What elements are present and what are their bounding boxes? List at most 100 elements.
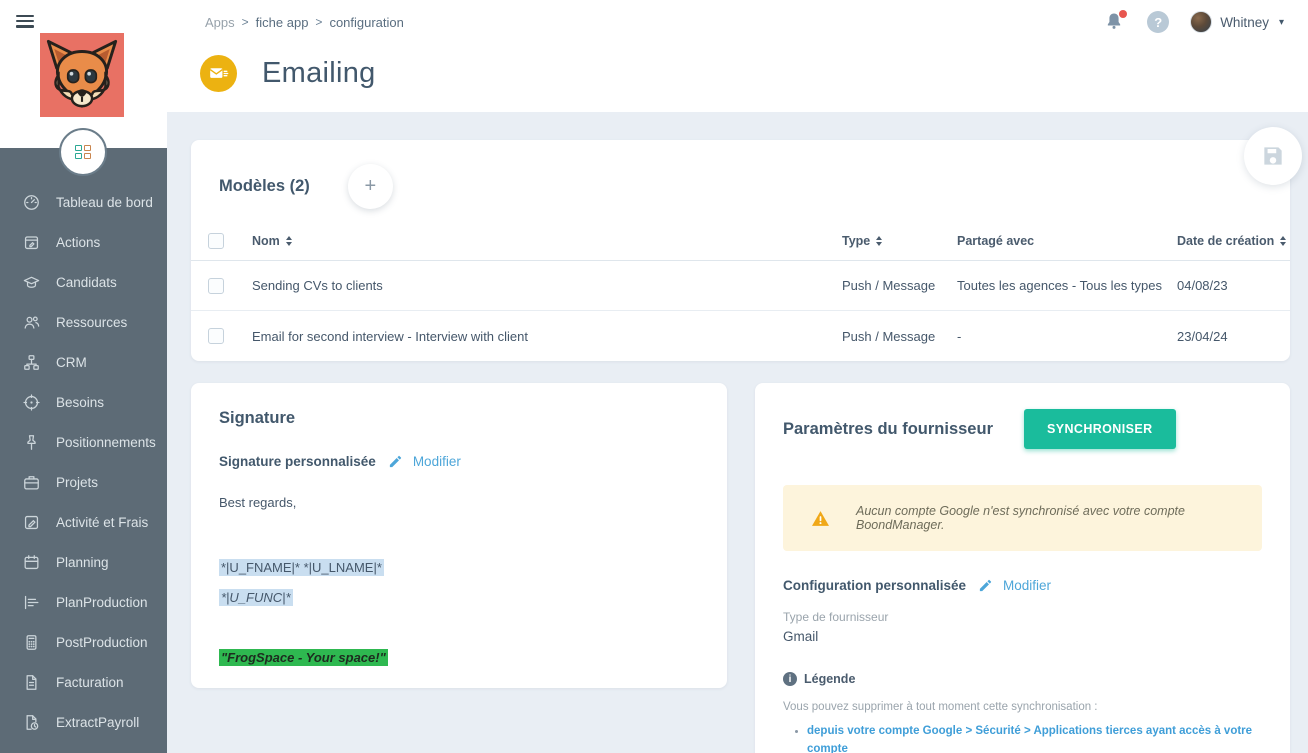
sidebar-item[interactable]: CRM	[0, 342, 167, 382]
column-header[interactable]: Type	[842, 234, 957, 248]
sort-icon[interactable]	[286, 236, 292, 246]
page-title: Emailing	[262, 56, 376, 89]
table-row[interactable]: Email for second interview - Interview w…	[191, 311, 1290, 361]
signature-line: *|U_FNAME|* *|U_LNAME|*	[219, 559, 384, 576]
sort-icon[interactable]	[876, 236, 882, 246]
avatar	[1190, 11, 1213, 33]
legend-header: i Légende	[783, 672, 1262, 686]
sidebar-item-label: Activité et Frais	[56, 514, 149, 530]
sidebar-item[interactable]: Tableau de bord	[0, 182, 167, 222]
sidebar-item-label: Tableau de bord	[56, 194, 153, 210]
notifications-bell-icon[interactable]	[1104, 10, 1128, 33]
sidebar-item[interactable]: Planning	[0, 542, 167, 582]
models-card-title: Modèles (2)	[219, 177, 310, 195]
breadcrumb-label[interactable]: fiche app	[256, 15, 309, 30]
fox-logo	[40, 33, 124, 117]
billing-icon	[22, 673, 41, 692]
needs-icon	[22, 393, 41, 412]
sidebar-item[interactable]: PostProduction	[0, 622, 167, 662]
sidebar-item-label: Facturation	[56, 674, 124, 690]
breadcrumb-label[interactable]: Apps	[205, 15, 235, 30]
select-all-checkbox[interactable]	[208, 232, 224, 249]
sidebar-item-label: ExtractPayroll	[56, 714, 140, 730]
bottom-row: Signature Signature personnalisée Modifi…	[191, 383, 1290, 753]
actions-icon	[22, 233, 41, 252]
sidebar-item[interactable]: Candidats	[0, 262, 167, 302]
breadcrumb-item[interactable]: Apps	[191, 15, 235, 30]
resources-icon	[22, 313, 41, 332]
column-header[interactable]: Date de création	[1177, 234, 1290, 248]
model-shared-cell: Toutes les agences - Tous les types	[957, 278, 1162, 293]
sidebar-item-label: Candidats	[56, 274, 117, 290]
sidebar-item-label: Ressources	[56, 314, 128, 330]
signature-modify-link[interactable]: Modifier	[413, 454, 461, 469]
emailing-app-icon	[200, 54, 237, 92]
sidebar-item-label: CRM	[56, 354, 87, 370]
sidebar-item[interactable]: Facturation	[0, 662, 167, 702]
notification-badge	[1119, 10, 1128, 18]
pencil-icon	[388, 454, 403, 469]
sidebar-item[interactable]: Activité et Frais	[0, 502, 167, 542]
signature-line: "FrogSpace - Your space!"	[219, 649, 388, 666]
legend-list: depuis votre compte Google > Sécurité > …	[783, 723, 1262, 753]
sidebar-item-label: Planning	[56, 554, 109, 570]
hamburger-menu-icon[interactable]	[8, 8, 42, 34]
sidebar-item[interactable]: Positionnements	[0, 422, 167, 462]
config-modify-link[interactable]: Modifier	[1003, 578, 1051, 593]
sidebar-item[interactable]: Projets	[0, 462, 167, 502]
provider-type-value: Gmail	[783, 629, 819, 644]
sidebar-item[interactable]: ExtractPayroll	[0, 702, 167, 742]
sidebar-item[interactable]: Ressources	[0, 302, 167, 342]
table-row[interactable]: Sending CVs to clients Push / Message To…	[191, 261, 1290, 311]
model-shared-cell: -	[957, 328, 962, 344]
breadcrumb-item[interactable]: > configuration	[308, 15, 403, 30]
row-checkbox[interactable]	[208, 328, 224, 344]
signature-line: *|U_FUNC|*	[219, 589, 293, 606]
main-area: Apps > fiche app > configuration ? Whitn…	[167, 0, 1308, 753]
synchronize-button[interactable]: SYNCHRONISER	[1024, 409, 1176, 449]
dashboard-icon	[22, 193, 41, 212]
provider-card-title: Paramètres du fournisseur	[783, 419, 993, 438]
warning-text: Aucun compte Google n'est synchronisé av…	[856, 504, 1185, 532]
sidebar-menu: Tableau de bord Actions Candidats Ressou…	[0, 148, 167, 742]
breadcrumb-separator: >	[241, 15, 249, 29]
add-model-button[interactable]: +	[347, 164, 393, 209]
config-label: Configuration personnalisée	[783, 578, 967, 593]
activity-icon	[22, 513, 41, 532]
warning-banner: Aucun compte Google n'est synchronisé av…	[783, 485, 1262, 551]
postproduction-icon	[22, 633, 41, 652]
breadcrumb-item[interactable]: > fiche app	[235, 15, 309, 30]
signature-subtitle-row: Signature personnalisée Modifier	[219, 454, 699, 469]
sort-icon[interactable]	[1280, 236, 1286, 246]
model-created-cell: 04/08/23	[1177, 278, 1228, 293]
projects-icon	[22, 473, 41, 492]
help-icon[interactable]: ?	[1147, 11, 1170, 33]
sidebar-item-label: PostProduction	[56, 634, 148, 650]
breadcrumb-label[interactable]: configuration	[329, 15, 403, 30]
positioning-icon	[22, 433, 41, 452]
save-button[interactable]	[1244, 127, 1302, 185]
apps-grid-button[interactable]	[59, 128, 107, 176]
sidebar-item[interactable]: Actions	[0, 222, 167, 262]
planning-icon	[22, 553, 41, 572]
info-icon: i	[783, 672, 797, 686]
provider-type-label: Type de fournisseur	[783, 610, 889, 624]
column-header[interactable]: Partagé avec	[957, 234, 1177, 248]
sidebar-item[interactable]: PlanProduction	[0, 582, 167, 622]
model-name-cell[interactable]: Email for second interview - Interview w…	[252, 329, 842, 344]
breadcrumb: Apps > fiche app > configuration	[191, 15, 404, 30]
model-name-cell[interactable]: Sending CVs to clients	[252, 278, 842, 293]
model-type-cell: Push / Message	[842, 328, 936, 344]
signature-card: Signature Signature personnalisée Modifi…	[191, 383, 727, 688]
row-checkbox[interactable]	[208, 277, 224, 294]
sidebar-top	[0, 0, 167, 176]
sidebar-item-label: Positionnements	[56, 434, 156, 450]
signature-card-title: Signature	[219, 409, 296, 427]
table-body: Sending CVs to clients Push / Message To…	[191, 261, 1290, 361]
legend-link[interactable]: depuis votre compte Google > Sécurité > …	[807, 723, 1262, 753]
sidebar-item[interactable]: Besoins	[0, 382, 167, 422]
column-header[interactable]: Nom	[252, 234, 842, 248]
provider-card-header: Paramètres du fournisseur SYNCHRONISER	[783, 409, 1262, 449]
user-menu[interactable]: Whitney ▾	[1190, 11, 1284, 33]
sidebar-item-label: Projets	[56, 474, 99, 490]
